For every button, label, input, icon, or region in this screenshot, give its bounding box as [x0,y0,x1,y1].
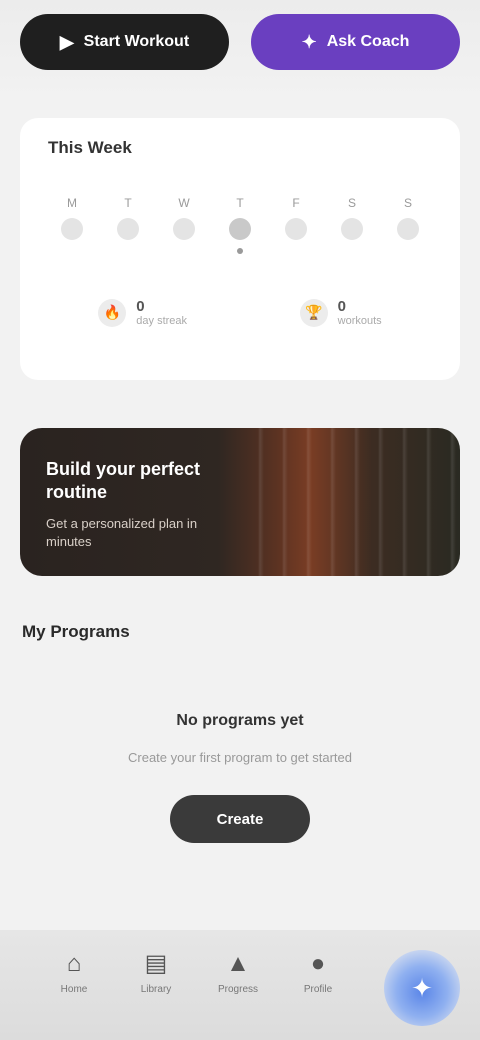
coach-icon: ✦ [411,972,433,1003]
play-icon: ▶ [59,31,74,52]
create-program-button[interactable]: Create [170,795,310,843]
nav-item-home[interactable]: ⌂ Home [44,950,104,995]
workouts-label: workouts [337,315,382,327]
sparkle-icon: ✦ [301,31,317,52]
nav-label: Home [60,984,88,995]
workouts-stat: 🏆 0 workouts [299,298,382,327]
promo-banner[interactable]: Build your perfect routine Get a persona… [20,428,460,576]
nav-label: Profile [303,984,333,995]
stats-row: 🔥 0 day streak 🏆 0 workouts [42,298,438,327]
chart-icon: ▲ [226,950,250,977]
day-letter: F [292,196,300,210]
flame-icon: 🔥 [98,298,127,327]
day-friday[interactable]: F [276,196,316,254]
day-indicator [397,218,419,240]
nav-label: Progress [217,984,258,995]
day-indicator [285,218,307,240]
day-indicator [173,218,195,240]
nav-label: Library [140,984,172,995]
streak-stat: 🔥 0 day streak [98,298,187,327]
day-thursday[interactable]: T [220,196,260,254]
day-indicator [117,218,139,240]
nav-item-library[interactable]: ▤ Library [126,950,186,995]
coach-fab-button[interactable]: ✦ [384,950,460,1026]
banner-image [240,428,460,576]
nav-item-profile[interactable]: ● Profile [288,950,348,995]
week-row: M T W T F S S [42,196,438,254]
start-workout-label: Start Workout [83,33,190,50]
nav-item-progress[interactable]: ▲ Progress [208,950,268,995]
day-letter: S [403,196,412,210]
home-icon: ⌂ [66,950,82,977]
banner-subtitle: Get a personalized plan in minutes [46,515,198,549]
calendar-title: This Week [48,138,132,157]
day-monday[interactable]: M [52,196,92,254]
day-indicator [341,218,363,240]
today-marker [237,248,243,254]
bottom-navigation: ⌂ Home ▤ Library ▲ Progress ● Profile ✦ [0,930,480,1040]
day-letter: M [67,196,77,210]
trophy-icon: 🏆 [299,298,328,327]
day-tuesday[interactable]: T [108,196,148,254]
day-indicator [61,218,83,240]
streak-value: 0 [136,298,145,315]
book-icon: ▤ [144,950,168,977]
ask-coach-button[interactable]: ✦ Ask Coach [251,14,460,70]
streak-label: day streak [136,315,188,327]
day-letter: S [347,196,356,210]
day-letter: W [178,196,190,210]
day-sunday[interactable]: S [388,196,428,254]
programs-empty-state: No programs yet Create your first progra… [0,712,480,843]
day-wednesday[interactable]: W [164,196,204,254]
start-workout-button[interactable]: ▶ Start Workout [20,14,229,70]
ask-coach-label: Ask Coach [326,33,410,50]
programs-section-title: My Programs [22,622,130,641]
day-saturday[interactable]: S [332,196,372,254]
workouts-value: 0 [337,298,346,315]
top-action-bar: ▶ Start Workout ✦ Ask Coach [0,0,480,100]
day-indicator [229,218,251,240]
empty-state-subtitle: Create your first program to get started [128,750,352,765]
week-calendar-card: This Week M T W T F S S 🔥 0 day streak 🏆… [20,118,460,380]
day-letter: T [236,196,244,210]
banner-title: Build your perfect routine [46,459,201,503]
empty-state-title: No programs yet [176,712,304,729]
day-letter: T [124,196,132,210]
user-icon: ● [310,950,326,977]
